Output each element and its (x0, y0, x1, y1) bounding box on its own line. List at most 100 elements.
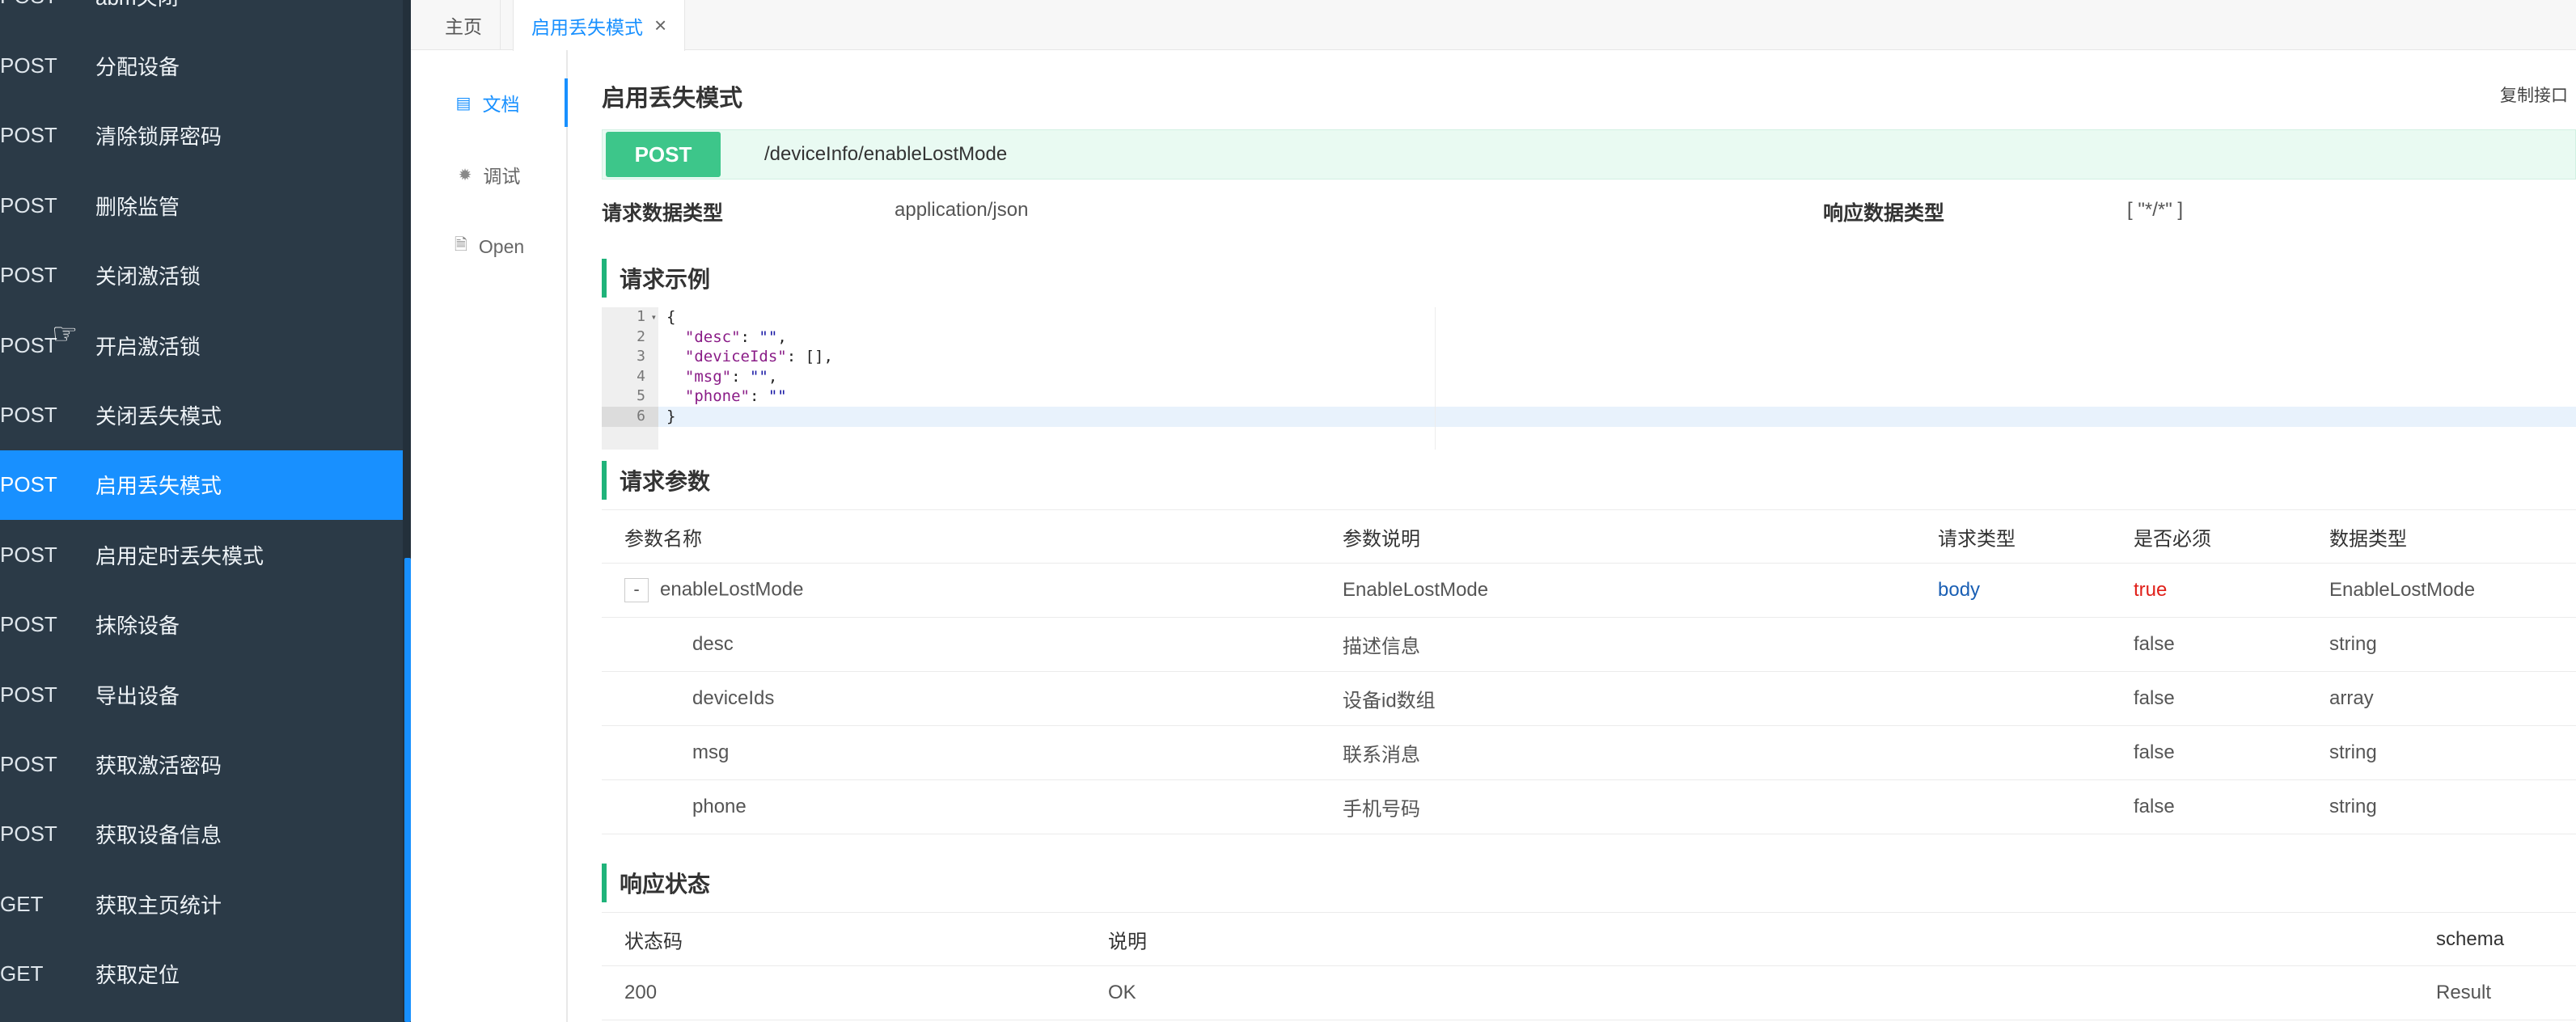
param-type-cell: string (2329, 741, 2377, 763)
nav-item-doc[interactable]: ▤ 文档 (411, 78, 568, 127)
tab-home-label: 主页 (445, 16, 482, 37)
method-label: POST (0, 542, 57, 567)
status-schema-cell: Result (2436, 982, 2492, 1003)
method-label: POST (0, 192, 57, 217)
sidebar-item-scheduled-lost-mode[interactable]: POST 启用定时丢失模式 (0, 520, 403, 589)
method-label: POST (0, 332, 57, 357)
method-badge: POST (606, 132, 721, 177)
method-label: GET (0, 961, 44, 986)
request-type-value: application/json (895, 199, 1029, 221)
method-label: GET (0, 891, 44, 916)
col-required: 是否必须 (2134, 528, 2211, 550)
api-name: 导出设备 (95, 683, 180, 708)
sidebar-item-get-activation-code[interactable]: POST 获取激活密码 (0, 729, 403, 799)
request-example-editor[interactable]: 1 ▾ 2 3 4 5 6 { "desc": "", "deviceIds": … (602, 307, 2576, 450)
print-margin (1435, 307, 1436, 450)
tab-home[interactable]: 主页 (427, 0, 501, 50)
response-status-heading: 响应状态 (602, 864, 710, 902)
param-required-cell: true (2134, 579, 2168, 601)
copy-api-button[interactable]: 复制接口 (2500, 82, 2568, 107)
method-label: POST (0, 682, 57, 707)
close-icon[interactable]: × (654, 13, 666, 38)
method-label: POST (0, 263, 57, 288)
param-required-cell: false (2134, 741, 2175, 763)
sidebar-item-enable-lost-mode[interactable]: POST 启用丢失模式 (0, 450, 403, 521)
sidebar-item-home-stats[interactable]: GET 获取主页统计 (0, 869, 403, 939)
tab-enable-lost-mode[interactable]: 启用丢失模式 × (513, 0, 686, 51)
sidebar-item-get-device-info[interactable]: POST 获取设备信息 (0, 800, 403, 869)
line-number: 6 (602, 406, 658, 427)
param-type-cell: array (2329, 687, 2374, 709)
col-param-desc: 参数说明 (1343, 528, 1420, 550)
table-row: desc 描述信息 false string (602, 618, 2576, 672)
api-name: 清除锁屏密码 (95, 125, 222, 150)
request-type-label: 请求数据类型 (602, 202, 724, 225)
col-schema: schema (2436, 927, 2505, 950)
method-label: POST (0, 0, 95, 9)
api-name: 启用定时丢失模式 (95, 543, 264, 568)
code-line: "msg": "", (684, 367, 778, 386)
col-data-type: 数据类型 (2329, 528, 2407, 550)
fold-caret-icon[interactable]: ▾ (651, 307, 657, 327)
request-example-heading: 请求示例 (602, 259, 710, 298)
api-name: 删除监管 (95, 194, 180, 219)
doc-nav: ▤ 文档 ✹ 调试 🗎 Open (411, 50, 568, 1022)
api-name: 获取主页统计 (95, 893, 222, 918)
status-code-cell: 200 (624, 982, 658, 1003)
api-name: 获取激活密码 (95, 753, 222, 778)
sidebar-item-erase-device[interactable]: POST 抹除设备 (0, 590, 403, 660)
code-line: "desc": "", (684, 327, 787, 346)
collapse-button[interactable]: - (624, 578, 649, 602)
request-params-table: 参数名称 参数说明 请求类型 是否必须 数据类型 - enableLostMode… (602, 509, 2576, 834)
param-type-cell: string (2329, 796, 2377, 817)
response-type-value: [ "*/*" ] (2127, 199, 2184, 221)
sidebar-item-abm-close[interactable]: POST abm关闭 (0, 0, 403, 31)
line-number: 5 (637, 387, 645, 405)
param-desc-cell: 描述信息 (1343, 636, 1420, 658)
line-number-gutter: 1 ▾ 2 3 4 5 6 (602, 307, 658, 450)
param-type-cell: string (2329, 633, 2377, 655)
table-row: - enableLostMode EnableLostMode body true… (602, 564, 2576, 618)
page-title: 启用丢失模式 (602, 86, 743, 112)
api-name: 关闭激活锁 (95, 264, 201, 289)
method-label: POST (0, 403, 57, 428)
code-lines: { "desc": "", "deviceIds": [], "msg": ""… (658, 307, 2576, 427)
sidebar-scrollbar-thumb[interactable] (404, 558, 411, 1022)
param-required-cell: false (2134, 633, 2175, 655)
param-name-cell: desc (692, 633, 734, 655)
table-row: msg 联系消息 false string (602, 726, 2576, 780)
sidebar-item-export-device[interactable]: POST 导出设备 (0, 660, 403, 729)
code-line: "phone": "" (684, 387, 787, 406)
api-sidebar: POST abm关闭 POST 分配设备 POST 清除锁屏密码 POST 删除… (0, 0, 411, 1022)
tab-active-label: 启用丢失模式 (531, 16, 643, 38)
method-label: POST (0, 821, 57, 847)
nav-open-label: Open (478, 235, 525, 257)
param-required-cell: false (2134, 796, 2175, 817)
param-desc-cell: 手机号码 (1343, 798, 1420, 821)
nav-item-debug[interactable]: ✹ 调试 (411, 150, 568, 199)
sidebar-item-remove-supervision[interactable]: POST 删除监管 (0, 171, 403, 240)
line-number: 4 (637, 367, 645, 385)
param-name-cell: - enableLostMode (624, 578, 803, 602)
nav-debug-label: 调试 (483, 166, 521, 187)
api-name: 分配设备 (95, 55, 180, 80)
sidebar-item-disable-activation-lock[interactable]: POST 关闭激活锁 (0, 241, 403, 310)
line-number: 3 (637, 348, 645, 365)
sidebar-item-assign-device[interactable]: POST 分配设备 (0, 31, 403, 100)
nav-item-open[interactable]: 🗎 Open (411, 222, 568, 271)
line-number: 2 (637, 327, 645, 345)
sidebar-item-get-location[interactable]: GET 获取定位 (0, 939, 403, 1008)
hand-cursor-icon: ☞ (52, 317, 78, 350)
method-label: POST (0, 751, 57, 776)
param-desc-cell: EnableLostMode (1343, 579, 1489, 601)
sidebar-item-disable-lost-mode[interactable]: POST 关闭丢失模式 (0, 380, 403, 450)
api-name: 获取设备信息 (95, 823, 222, 848)
bug-icon: ✹ (458, 166, 472, 184)
param-name-cell: msg (692, 741, 730, 763)
col-status-code: 状态码 (624, 931, 683, 952)
endpoint-path: /deviceInfo/enableLostMode (764, 143, 1008, 165)
status-desc-cell: OK (1108, 982, 1136, 1003)
param-type-cell: EnableLostMode (2329, 579, 2476, 601)
sidebar-item-clear-passcode[interactable]: POST 清除锁屏密码 (0, 101, 403, 171)
param-in-cell: body (1938, 579, 1981, 601)
